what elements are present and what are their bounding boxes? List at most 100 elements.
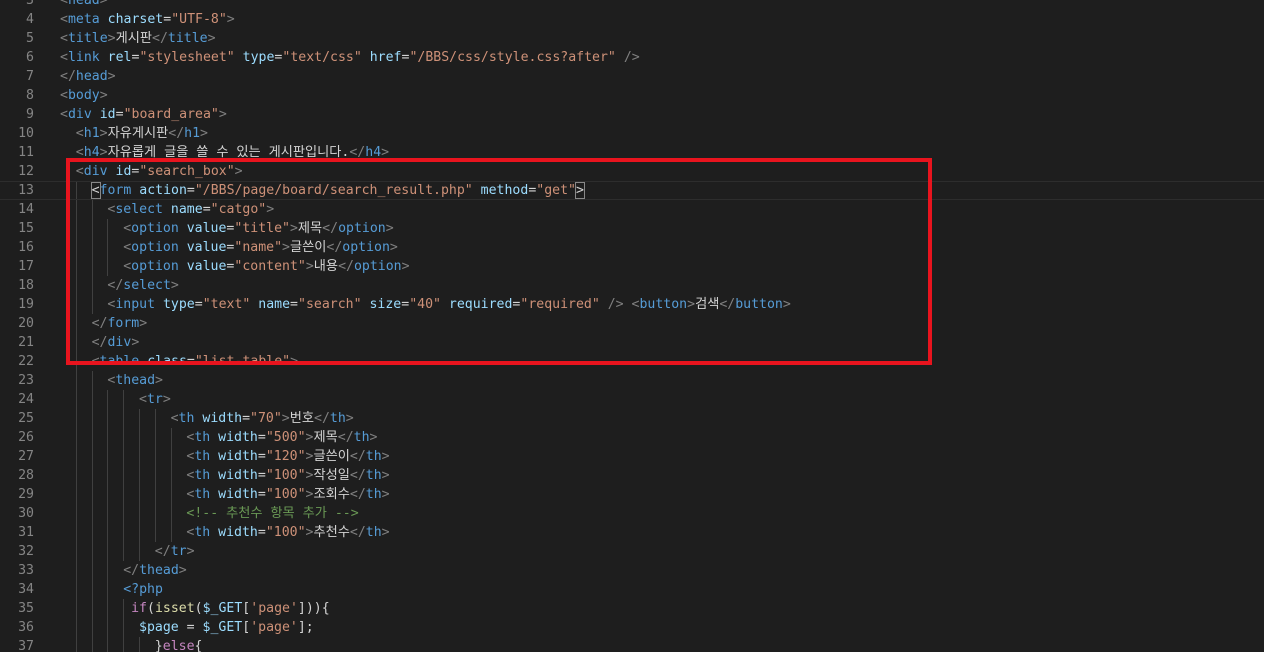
code-text[interactable]: <th width="120">글쓴이</th>	[186, 447, 389, 466]
code-token: button	[735, 297, 783, 312]
code-text[interactable]: <body>	[60, 86, 108, 105]
code-text[interactable]: <th width="500">제목</th>	[186, 428, 377, 447]
code-line[interactable]: 6 <link rel="stylesheet" type="text/css" …	[0, 48, 1264, 67]
code-line[interactable]: 28 <th width="100">작성일</th>	[0, 466, 1264, 485]
code-token: "board_area"	[123, 107, 219, 122]
code-line[interactable]: 17 <option value="content">내용</option>	[0, 257, 1264, 276]
code-text[interactable]: </select>	[107, 276, 178, 295]
code-text[interactable]: <div id="search_box">	[76, 162, 243, 181]
code-token: >	[687, 297, 696, 312]
code-text[interactable]: </form>	[92, 314, 148, 333]
indent-guide	[139, 485, 140, 504]
code-text[interactable]: <h4>자유롭게 글을 쓸 수 있는 게시판입니다.</h4>	[76, 143, 389, 162]
code-line[interactable]: 33 </thead>	[0, 561, 1264, 580]
code-line[interactable]: 24 <tr>	[0, 390, 1264, 409]
code-text[interactable]: </thead>	[123, 561, 187, 580]
indent-guide	[91, 599, 93, 618]
code-line[interactable]: 29 <th width="100">조회수</th>	[0, 485, 1264, 504]
code-text[interactable]: <link rel="stylesheet" type="text/css" h…	[60, 48, 640, 67]
code-line[interactable]: 14 <select name="catgo">	[0, 200, 1264, 219]
code-line[interactable]: 4 <meta charset="UTF-8">	[0, 10, 1264, 29]
code-text[interactable]: <th width="100">추천수</th>	[186, 523, 389, 542]
indent-guide	[91, 200, 93, 219]
code-line[interactable]: 10 <h1>자유게시판</h1>	[0, 124, 1264, 143]
code-token: =	[186, 183, 195, 198]
code-text[interactable]: <div id="board_area">	[60, 105, 227, 124]
code-text[interactable]: </tr>	[155, 542, 195, 561]
code-text[interactable]: <head>	[60, 0, 108, 10]
code-token: width	[218, 449, 258, 464]
code-text[interactable]: <th width="70">번호</th>	[171, 409, 354, 428]
code-token: tr	[146, 392, 163, 407]
code-token: "get"	[536, 183, 576, 198]
code-line[interactable]: 8 <body>	[0, 86, 1264, 105]
code-line[interactable]: 23 <thead>	[0, 371, 1264, 390]
code-text[interactable]: <table class="list-table">	[92, 352, 298, 371]
code-text[interactable]: <option value="title">제목</option>	[123, 219, 393, 238]
code-line[interactable]: 37}else{	[0, 637, 1264, 652]
code-line[interactable]: 16 <option value="name">글쓴이</option>	[0, 238, 1264, 257]
code-token: >	[155, 373, 163, 388]
code-text[interactable]: <option value="name">글쓴이</option>	[123, 238, 398, 257]
code-text[interactable]: }else{	[155, 637, 203, 652]
code-token: >	[186, 544, 195, 559]
line-number: 24	[18, 392, 34, 407]
code-token: "100"	[265, 525, 306, 540]
code-text[interactable]: </head>	[60, 67, 116, 86]
code-lines[interactable]: 3 <head> 4 <meta charset="UTF-8"> 5 <title>게시…	[0, 0, 1264, 652]
code-line[interactable]: 12 <div id="search_box">	[0, 162, 1264, 181]
code-line[interactable]: 36 $page = $_GET['page'];	[0, 618, 1264, 637]
code-text[interactable]: <tr>	[139, 390, 171, 409]
code-line[interactable]: 9 <div id="board_area">	[0, 105, 1264, 124]
code-line[interactable]: 30 <!-- 추천수 항목 추가 -->	[0, 504, 1264, 523]
code-token: >	[99, 126, 108, 141]
code-text[interactable]: <select name="catgo">	[107, 200, 274, 219]
code-text[interactable]: <thead>	[107, 371, 163, 390]
code-line[interactable]: 27 <th width="120">글쓴이</th>	[0, 447, 1264, 466]
code-line[interactable]: 25 <th width="70">번호</th>	[0, 409, 1264, 428]
code-token: th	[194, 449, 219, 464]
code-line[interactable]: 34 <?php	[0, 580, 1264, 599]
code-line[interactable]: 7 </head>	[0, 67, 1264, 86]
code-text[interactable]: $page = $_GET['page'];	[139, 618, 314, 637]
code-text[interactable]: <h1>자유게시판</h1>	[76, 124, 208, 143]
code-line[interactable]: 19 <input type="text" name="search" size=…	[0, 295, 1264, 314]
code-line[interactable]: 22 <table class="list-table">	[0, 352, 1264, 371]
code-text[interactable]: <th width="100">조회수</th>	[186, 485, 389, 504]
code-editor[interactable]: 3 <head> 4 <meta charset="UTF-8"> 5 <title>게시…	[0, 0, 1264, 652]
code-token: </	[91, 335, 108, 350]
code-line[interactable]: 26 <th width="500">제목</th>	[0, 428, 1264, 447]
code-line[interactable]: 3 <head>	[0, 0, 1264, 10]
code-line[interactable]: 18 </select>	[0, 276, 1264, 295]
code-text[interactable]: <title>게시판</title>	[60, 29, 216, 48]
code-text[interactable]: if(isset($_GET['page'])){	[131, 599, 330, 618]
code-line[interactable]: 11 <h4>자유롭게 글을 쓸 수 있는 게시판입니다.</h4>	[0, 143, 1264, 162]
code-text[interactable]: <th width="100">작성일</th>	[186, 466, 389, 485]
indent-guide	[170, 504, 172, 523]
indent-guide	[91, 390, 93, 409]
code-line[interactable]: 13 <form action="/BBS/page/board/search_r…	[0, 181, 1264, 200]
line-number: 9	[26, 107, 34, 122]
code-text[interactable]: <form action="/BBS/page/board/search_res…	[90, 182, 585, 199]
code-text[interactable]: <!-- 추천수 항목 추가 -->	[186, 504, 358, 523]
code-text[interactable]: <?php	[123, 580, 163, 599]
code-text[interactable]: </div>	[92, 333, 140, 352]
code-token: 글쓴이	[313, 449, 350, 464]
code-text[interactable]: <option value="content">내용</option>	[123, 257, 409, 276]
code-text[interactable]: <input type="text" name="search" size="4…	[107, 295, 790, 314]
indent-guide	[154, 428, 156, 447]
code-line[interactable]: 21 </div>	[0, 333, 1264, 352]
code-line[interactable]: 5 <title>게시판</title>	[0, 29, 1264, 48]
line-number: 27	[18, 449, 34, 464]
code-line[interactable]: 31 <th width="100">추천수</th>	[0, 523, 1264, 542]
code-line[interactable]: 20 </form>	[0, 314, 1264, 333]
code-token: h4	[365, 145, 382, 160]
code-token: >	[266, 202, 275, 217]
code-token: option	[353, 259, 402, 274]
code-line[interactable]: 35 if(isset($_GET['page'])){	[0, 599, 1264, 618]
code-text[interactable]: <meta charset="UTF-8">	[60, 10, 235, 29]
code-line[interactable]: 32 </tr>	[0, 542, 1264, 561]
code-line[interactable]: 15 <option value="title">제목</option>	[0, 219, 1264, 238]
code-token: >	[234, 164, 243, 179]
code-token: th	[194, 487, 219, 502]
